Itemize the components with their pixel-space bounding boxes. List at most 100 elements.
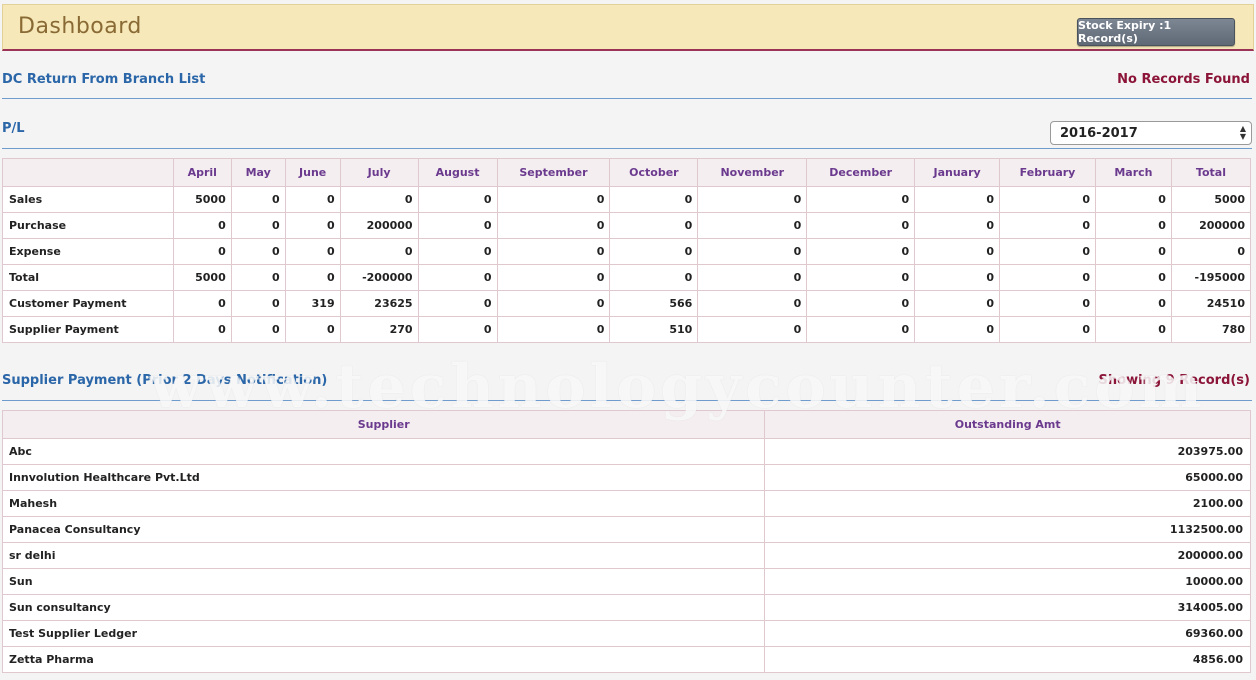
pl-col-header: January bbox=[914, 158, 1001, 187]
cell-value: 0 bbox=[914, 264, 1001, 291]
select-arrows-icon: ▲ ▼ bbox=[1239, 124, 1246, 141]
cell-value: 0 bbox=[339, 186, 419, 213]
cell-value: 0 bbox=[697, 290, 808, 317]
row-label: Total bbox=[2, 264, 174, 291]
outstanding-amount: 314005.00 bbox=[764, 594, 1251, 621]
pl-col-header: Total bbox=[1170, 158, 1252, 187]
cell-value: 0 bbox=[806, 264, 916, 291]
cell-value: 0 bbox=[999, 316, 1096, 343]
outstanding-amount: 200000.00 bbox=[764, 542, 1251, 569]
table-row: Expense 0 0 0 0 0 0 0 0 0 0 0 0 0 bbox=[2, 238, 1252, 265]
cell-value: 0 bbox=[1094, 186, 1172, 213]
pl-col-header bbox=[2, 158, 174, 187]
cell-value: 0 bbox=[806, 290, 916, 317]
table-row: Customer Payment 0 0 319 23625 0 0 566 0 0 0 0 0 2451… bbox=[2, 290, 1252, 317]
supplier-payment-count: Showing 9 Record(s) bbox=[1098, 373, 1250, 388]
cell-value: 0 bbox=[230, 264, 286, 291]
pl-col-header: June bbox=[284, 158, 341, 187]
cell-value: 0 bbox=[496, 186, 611, 213]
cell-value: 0 bbox=[1094, 238, 1172, 265]
cell-value: 510 bbox=[609, 316, 699, 343]
cell-value: 0 bbox=[417, 212, 498, 239]
table-row: Total 5000 0 0 -200000 0 0 0 0 0 0 0 0 -195000 bbox=[2, 264, 1252, 291]
supplier-col-header: Supplier bbox=[1, 410, 766, 439]
cell-value: 0 bbox=[999, 186, 1096, 213]
cell-value: 0 bbox=[230, 186, 286, 213]
cell-value: 319 bbox=[284, 290, 341, 317]
cell-value: 0 bbox=[284, 264, 341, 291]
cell-value: 0 bbox=[609, 186, 699, 213]
pl-col-header: March bbox=[1094, 158, 1172, 187]
dc-return-title: DC Return From Branch List bbox=[2, 72, 206, 87]
outstanding-amount: 2100.00 bbox=[764, 490, 1251, 517]
cell-value: 0 bbox=[496, 238, 611, 265]
table-row: Innvolution Healthcare Pvt.Ltd 65000.00 bbox=[1, 464, 1251, 491]
cell-value: 0 bbox=[417, 264, 498, 291]
cell-value: 23625 bbox=[339, 290, 419, 317]
outstanding-amount: 10000.00 bbox=[764, 568, 1251, 595]
pl-col-header: October bbox=[609, 158, 699, 187]
cell-value: 5000 bbox=[172, 186, 232, 213]
supplier-payment-table: Supplier Outstanding Amt Abc 203975.00 Innv… bbox=[1, 410, 1251, 673]
cell-value: 0 bbox=[172, 316, 232, 343]
cell-value: 0 bbox=[284, 212, 341, 239]
cell-value: 0 bbox=[609, 238, 699, 265]
table-row: sr delhi 200000.00 bbox=[1, 542, 1251, 569]
outstanding-amount: 4856.00 bbox=[764, 646, 1251, 673]
cell-value: 0 bbox=[172, 212, 232, 239]
cell-value: 0 bbox=[1094, 290, 1172, 317]
page-title: Dashboard bbox=[18, 14, 142, 39]
year-select[interactable]: 2016-2017 ▲ ▼ bbox=[1050, 121, 1252, 145]
supplier-name: sr delhi bbox=[1, 542, 766, 569]
cell-value: 0 bbox=[697, 238, 808, 265]
cell-value: 200000 bbox=[1170, 212, 1252, 239]
pl-col-header: September bbox=[496, 158, 611, 187]
cell-value: 0 bbox=[417, 186, 498, 213]
table-row: Sun 10000.00 bbox=[1, 568, 1251, 595]
pl-col-header: December bbox=[806, 158, 916, 187]
cell-value: 0 bbox=[417, 290, 498, 317]
cell-value: 0 bbox=[999, 238, 1096, 265]
supplier-name: Abc bbox=[1, 438, 766, 465]
cell-value: 0 bbox=[999, 290, 1096, 317]
year-select-value: 2016-2017 bbox=[1060, 125, 1138, 141]
cell-value: 0 bbox=[284, 186, 341, 213]
row-label: Expense bbox=[2, 238, 174, 265]
row-label: Purchase bbox=[2, 212, 174, 239]
cell-value: 0 bbox=[806, 212, 916, 239]
cell-value: 0 bbox=[806, 316, 916, 343]
cell-value: 0 bbox=[806, 186, 916, 213]
cell-value: 0 bbox=[230, 316, 286, 343]
cell-value: 0 bbox=[609, 212, 699, 239]
cell-value: 0 bbox=[496, 290, 611, 317]
supplier-payment-title: Supplier Payment (Prior 2 Days Notificat… bbox=[2, 373, 328, 388]
cell-value: 566 bbox=[609, 290, 699, 317]
row-label: Customer Payment bbox=[2, 290, 174, 317]
cell-value: 0 bbox=[914, 290, 1001, 317]
cell-value: 0 bbox=[697, 212, 808, 239]
pl-col-header: April bbox=[172, 158, 232, 187]
pl-col-header: February bbox=[999, 158, 1096, 187]
cell-value: 0 bbox=[496, 212, 611, 239]
cell-value: 0 bbox=[1094, 212, 1172, 239]
cell-value: 0 bbox=[230, 212, 286, 239]
supplier-header-row: Supplier Outstanding Amt bbox=[1, 410, 1251, 439]
cell-value: 0 bbox=[284, 316, 341, 343]
pl-table: April May June July August September October No… bbox=[2, 158, 1252, 343]
table-row: Sun consultancy 314005.00 bbox=[1, 594, 1251, 621]
pl-col-header: November bbox=[697, 158, 808, 187]
section-divider bbox=[2, 148, 1252, 149]
stock-expiry-button[interactable]: Stock Expiry :1 Record(s) bbox=[1077, 18, 1235, 46]
cell-value: 0 bbox=[806, 238, 916, 265]
cell-value: 0 bbox=[172, 238, 232, 265]
pl-title: P/L bbox=[2, 121, 25, 136]
cell-value: 200000 bbox=[339, 212, 419, 239]
cell-value: 0 bbox=[1170, 238, 1252, 265]
cell-value: 0 bbox=[697, 264, 808, 291]
cell-value: 780 bbox=[1170, 316, 1252, 343]
dc-return-status: No Records Found bbox=[1117, 72, 1250, 87]
supplier-name: Innvolution Healthcare Pvt.Ltd bbox=[1, 464, 766, 491]
table-row: Purchase 0 0 0 200000 0 0 0 0 0 0 0 0 200000 bbox=[2, 212, 1252, 239]
table-row: Supplier Payment 0 0 0 270 0 0 510 0 0 0 0 0 780 bbox=[2, 316, 1252, 343]
table-row: Zetta Pharma 4856.00 bbox=[1, 646, 1251, 673]
